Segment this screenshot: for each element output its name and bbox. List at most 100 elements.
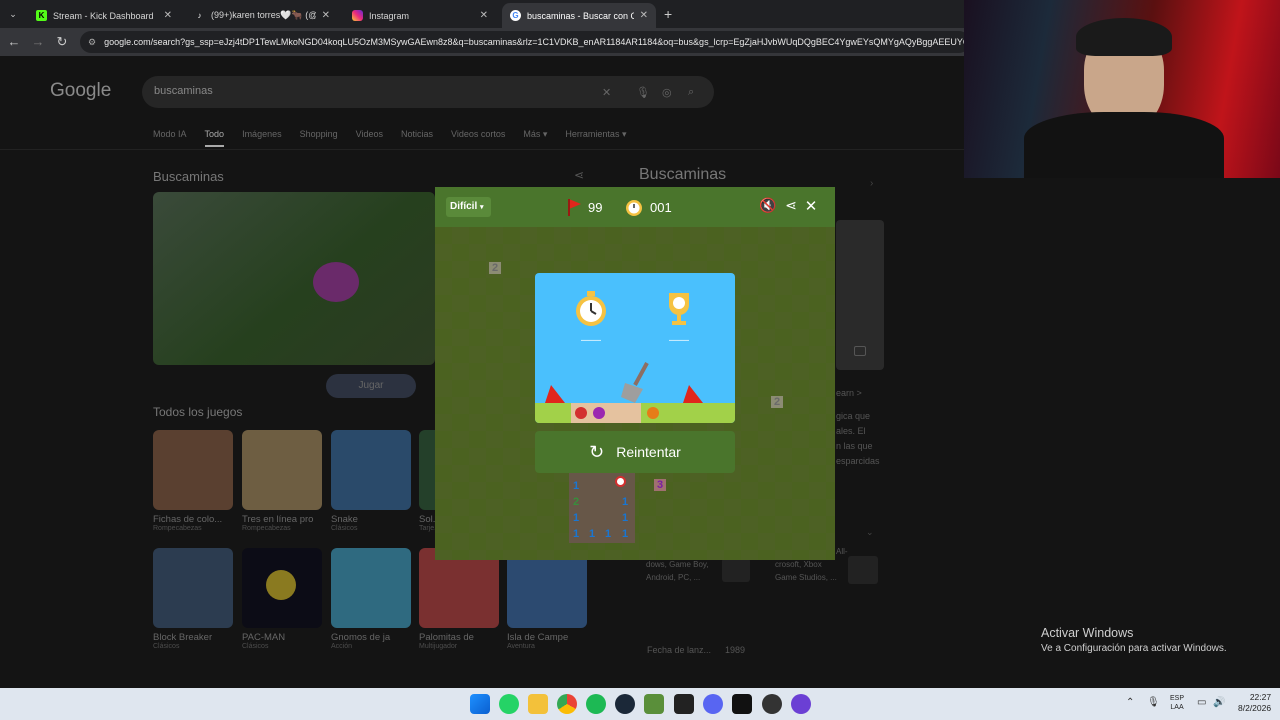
mine-icon bbox=[575, 407, 587, 419]
close-tab-icon[interactable]: ✕ bbox=[640, 10, 648, 21]
tab-search-icon[interactable]: ⌄ bbox=[6, 7, 20, 21]
chevron-up-icon[interactable]: ⌃ bbox=[1126, 697, 1134, 708]
game-thumbnail bbox=[242, 430, 322, 510]
steam-icon[interactable] bbox=[615, 694, 635, 714]
streamer-hair bbox=[1076, 18, 1172, 56]
microphone-icon[interactable]: 🎙 bbox=[636, 86, 650, 99]
all-games-heading: Todos los juegos bbox=[153, 405, 243, 419]
windows-thumbnail[interactable] bbox=[722, 558, 750, 582]
flag-icon bbox=[568, 199, 581, 216]
back-icon[interactable]: ← bbox=[6, 34, 22, 49]
file-explorer-icon[interactable] bbox=[528, 694, 548, 714]
discord-icon[interactable] bbox=[703, 694, 723, 714]
flag-icon bbox=[545, 385, 565, 403]
tools-button[interactable]: Herramientas ▾ bbox=[565, 129, 626, 147]
game-card[interactable]: Tres en línea pro Rompecabezas bbox=[242, 430, 322, 532]
shovel-icon bbox=[621, 362, 649, 403]
difficulty-select[interactable]: Difícil ▾ bbox=[446, 197, 491, 217]
play-button[interactable]: Jugar bbox=[326, 374, 416, 398]
site-info-icon[interactable]: ⚙ bbox=[88, 37, 96, 48]
network-icon[interactable]: ▭ bbox=[1197, 697, 1206, 708]
stopwatch-icon bbox=[576, 291, 606, 326]
chevron-right-icon[interactable]: › bbox=[870, 178, 873, 189]
microphone-icon[interactable]: 🎙 bbox=[1147, 697, 1160, 708]
search-icon[interactable]: ⌕ bbox=[688, 86, 694, 99]
game-card[interactable]: Palomitas de Multijugador bbox=[419, 548, 499, 650]
start-icon[interactable] bbox=[470, 694, 490, 714]
close-tab-icon[interactable]: ✕ bbox=[480, 10, 488, 21]
spotify-icon[interactable] bbox=[586, 694, 606, 714]
tab-tiktok[interactable]: ♪ (99+)karen torres🤍🐂 (@xkar ✕ bbox=[186, 3, 338, 28]
taskbar bbox=[0, 688, 1280, 720]
close-tab-icon[interactable]: ✕ bbox=[164, 10, 172, 21]
search-input[interactable]: buscaminas bbox=[142, 76, 714, 108]
close-tab-icon[interactable]: ✕ bbox=[322, 10, 330, 21]
pacman-icon bbox=[266, 570, 296, 600]
timer: 001 bbox=[624, 197, 672, 217]
character-blob bbox=[313, 262, 359, 302]
reload-icon[interactable]: ↻ bbox=[54, 34, 70, 50]
activate-windows-subtitle: Ve a Configuración para activar Windows. bbox=[1041, 643, 1227, 654]
best-score-value: —— bbox=[669, 335, 689, 346]
streamer-shirt bbox=[1024, 112, 1224, 178]
game-card[interactable]: Fichas de colo... Rompecabezas bbox=[153, 430, 233, 532]
whatsapp-icon[interactable] bbox=[499, 694, 519, 714]
sound-off-icon[interactable]: 🔇 bbox=[758, 197, 778, 214]
retry-button[interactable]: ↻ Reintentar bbox=[535, 431, 735, 473]
app-icon[interactable] bbox=[791, 694, 811, 714]
tab-short-videos[interactable]: Videos cortos bbox=[451, 129, 505, 147]
game-thumbnail bbox=[242, 548, 322, 628]
new-tab-button[interactable]: + bbox=[664, 6, 672, 22]
capcut-icon[interactable] bbox=[732, 694, 752, 714]
best-time-value: —— bbox=[581, 335, 601, 346]
game-card[interactable]: Snake Clásicos bbox=[331, 430, 411, 532]
game-card[interactable]: Sol... Tarje... bbox=[419, 430, 435, 532]
tab-kick[interactable]: K Stream - Kick Dashboard ✕ bbox=[28, 3, 180, 28]
google-logo[interactable]: Google bbox=[50, 80, 111, 102]
chevron-down-icon[interactable]: ⌄ bbox=[866, 527, 874, 538]
url-text: google.com/search?gs_ssp=eJzj4tDP1TewLMk… bbox=[104, 37, 970, 47]
game-thumbnail bbox=[419, 430, 435, 510]
epic-games-icon[interactable] bbox=[674, 694, 694, 714]
trophy-icon bbox=[669, 293, 689, 325]
tab-news[interactable]: Noticias bbox=[401, 129, 433, 147]
share-icon[interactable]: ⋖ bbox=[781, 197, 801, 214]
minecraft-icon[interactable] bbox=[644, 694, 664, 714]
game-card[interactable]: Block Breaker Clásicos bbox=[153, 548, 233, 650]
minesweeper-hero-image[interactable] bbox=[153, 192, 435, 365]
webcam-overlay bbox=[964, 0, 1280, 178]
xbox-thumbnail[interactable] bbox=[848, 556, 878, 584]
language-indicator[interactable]: ESP LAA bbox=[1170, 694, 1184, 712]
obs-icon[interactable] bbox=[762, 694, 782, 714]
clear-icon[interactable]: ✕ bbox=[602, 86, 611, 99]
lens-icon[interactable]: ◎ bbox=[662, 86, 672, 99]
minesweeper-device-image[interactable] bbox=[836, 220, 884, 370]
tab-images[interactable]: Imágenes bbox=[242, 129, 282, 147]
volume-icon[interactable]: 🔊 bbox=[1213, 697, 1225, 708]
kick-icon: K bbox=[36, 10, 47, 21]
tab-instagram[interactable]: Instagram ✕ bbox=[344, 3, 496, 28]
tab-ai-mode[interactable]: Modo IA bbox=[153, 129, 187, 147]
game-card[interactable]: PAC-MAN Clásicos bbox=[242, 548, 322, 650]
chrome-icon[interactable] bbox=[557, 694, 577, 714]
tab-shopping[interactable]: Shopping bbox=[300, 129, 338, 147]
game-card[interactable]: Gnomos de ja Acción bbox=[331, 548, 411, 650]
system-clock[interactable]: 22:27 8/2/2026 bbox=[1238, 692, 1271, 714]
search-tabs: Modo IA Todo Imágenes Shopping Videos No… bbox=[153, 129, 626, 147]
close-icon[interactable]: ✕ bbox=[801, 197, 821, 215]
tab-videos[interactable]: Videos bbox=[356, 129, 383, 147]
dropdown-arrow-icon: ▾ bbox=[480, 204, 484, 211]
forward-icon[interactable]: → bbox=[30, 34, 46, 49]
game-thumbnail bbox=[419, 548, 499, 628]
mine-icon bbox=[593, 407, 605, 419]
stopwatch-icon bbox=[626, 200, 642, 216]
tab-google-search[interactable]: G buscaminas - Buscar con Google ✕ bbox=[502, 3, 656, 28]
game-card[interactable]: Isla de Campe Aventura bbox=[507, 548, 587, 650]
share-icon[interactable]: ⋖ bbox=[574, 168, 584, 182]
flag-icon bbox=[683, 385, 703, 403]
game-thumbnail bbox=[331, 430, 411, 510]
tab-all[interactable]: Todo bbox=[204, 129, 225, 147]
tab-more[interactable]: Más ▾ bbox=[523, 129, 547, 147]
address-bar[interactable]: ⚙ google.com/search?gs_ssp=eJzj4tDP1TewL… bbox=[80, 31, 970, 53]
game-thumbnail bbox=[507, 548, 587, 628]
